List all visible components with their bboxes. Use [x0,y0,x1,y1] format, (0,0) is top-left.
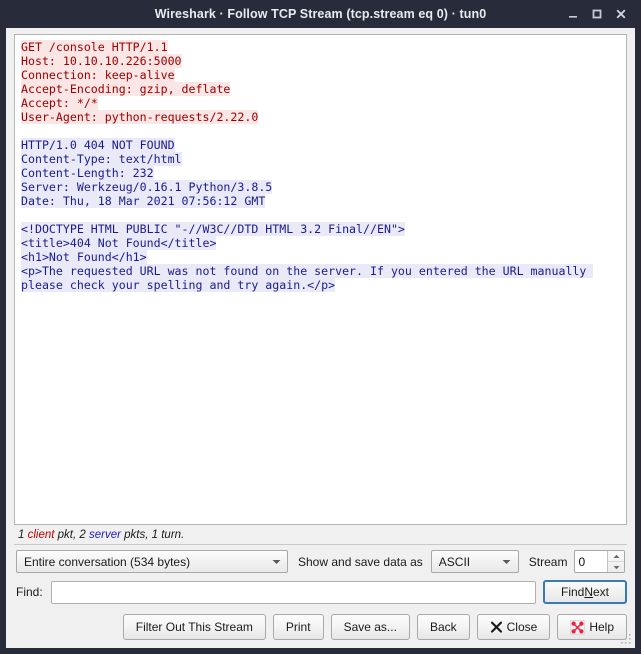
help-label: Help [589,620,614,634]
data-format-select-value: ASCII [438,554,471,569]
dialog-body: GET /console HTTP/1.1 Host: 10.10.10.226… [6,28,635,648]
button-bar: Filter Out This Stream Print Save as... … [6,608,635,648]
stream-stepper-up[interactable] [608,551,625,562]
chevron-down-icon [613,565,620,569]
client-word: client [27,529,55,541]
blank-line-1 [21,124,622,138]
close-button[interactable]: Close [476,614,551,640]
find-next-mnemonic: N [584,585,593,599]
follow-tcp-stream-window: Wireshark · Follow TCP Stream (tcp.strea… [0,0,641,654]
help-button[interactable]: Help [557,614,627,640]
stream-stepper-down[interactable] [608,562,624,572]
packet-stats: 1 client pkt, 2 server pkts, 1 turn. [6,525,635,544]
filter-out-this-stream-button[interactable]: Filter Out This Stream [122,614,266,640]
chevron-down-icon [500,559,514,565]
conversation-select-value: Entire conversation (534 bytes) [24,554,191,569]
close-window-button[interactable] [609,3,633,25]
resize-grip-icon [621,634,631,644]
show-save-data-as-label: Show and save data as [298,554,423,569]
save-as-button[interactable]: Save as... [330,614,410,640]
client-request-text: GET /console HTTP/1.1 Host: 10.10.10.226… [21,40,259,124]
title-bar: Wireshark · Follow TCP Stream (tcp.strea… [0,0,641,28]
minimize-button[interactable] [561,3,585,25]
window-title: Wireshark · Follow TCP Stream (tcp.strea… [154,7,487,21]
blank-line-2 [21,208,622,222]
stream-text-view[interactable]: GET /console HTTP/1.1 Host: 10.10.10.226… [14,34,627,525]
filter-out-label: Filter Out This Stream [135,620,253,634]
find-label: Find: [16,585,43,599]
stream-number-stepper[interactable] [574,550,626,573]
back-button[interactable]: Back [416,614,470,640]
client-pkt-count: 1 [18,529,25,541]
server-word: server [89,529,121,541]
maximize-icon [592,9,602,19]
find-next-button[interactable]: Find Next [543,580,627,604]
print-label: Print [285,620,311,634]
stream-content: GET /console HTTP/1.1 Host: 10.10.10.226… [21,40,622,292]
conversation-select[interactable]: Entire conversation (534 bytes) [16,550,288,573]
client-pkt-suffix: pkt, [54,529,80,541]
close-x-icon [490,621,503,634]
save-as-label: Save as... [343,620,397,634]
chevron-down-icon [269,559,283,565]
maximize-button[interactable] [585,3,609,25]
chevron-up-icon [613,554,620,558]
stream-number-input[interactable] [575,551,608,572]
stream-label: Stream [528,554,568,569]
find-input[interactable] [50,580,536,604]
find-next-suffix: ext [593,585,610,599]
data-format-select[interactable]: ASCII [430,550,519,573]
window-controls [561,3,641,25]
back-label: Back [429,620,457,634]
selectors-row: Entire conversation (534 bytes) Show and… [6,545,635,577]
server-response-body-text: <!DOCTYPE HTML PUBLIC "-//W3C//DTD HTML … [21,222,594,292]
stream-stepper-buttons [607,551,625,572]
close-label: Close [506,620,538,634]
help-icon [570,619,586,635]
resize-grip[interactable] [619,632,633,646]
find-row: Find: Find Next [6,577,635,608]
server-response-headers-text: HTTP/1.0 404 NOT FOUND Content-Type: tex… [21,138,273,208]
find-next-prefix: Find [560,585,585,599]
server-pkt-suffix: pkts, 1 turn. [120,529,185,541]
close-icon [616,9,626,19]
server-pkt-count: 2 [79,529,86,541]
print-button[interactable]: Print [272,614,324,640]
minimize-icon [569,16,577,18]
